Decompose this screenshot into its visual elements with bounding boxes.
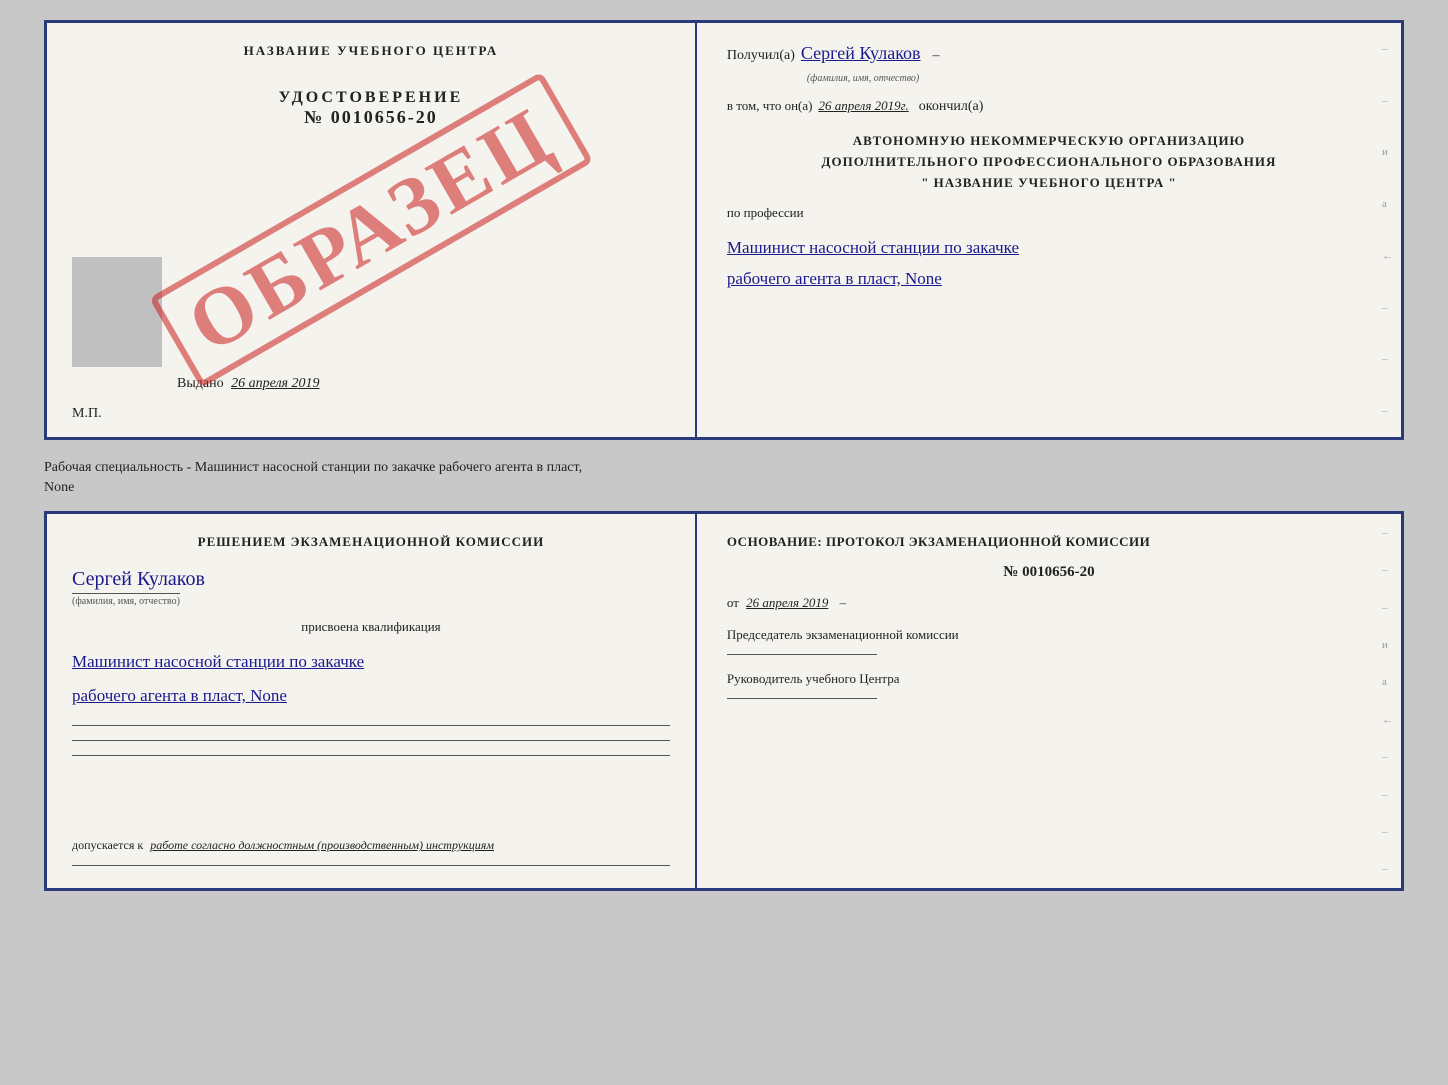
kvalif-block: Машинист насосной станции по закачке раб…: [72, 645, 670, 713]
underline-1: [72, 725, 670, 726]
kvalif-1: Машинист насосной станции по закачке: [72, 645, 670, 679]
dopusk-block: допускается к работе согласно должностны…: [72, 838, 670, 853]
profession-block: Машинист насосной станции по закачке раб…: [727, 233, 1371, 294]
kvalif-2: рабочего агента в пласт, None: [72, 679, 670, 713]
doc-left-panel: НАЗВАНИЕ УЧЕБНОГО ЦЕНТРА ОБРАЗЕЦ УДОСТОВ…: [47, 23, 697, 437]
underline-4: [72, 865, 670, 866]
middle-text-area: Рабочая специальность - Машинист насосно…: [44, 450, 1404, 501]
profession-1: Машинист насосной станции по закачке: [727, 233, 1371, 264]
underline-3: [72, 755, 670, 756]
document-bottom: Решением экзаменационной комиссии Сергей…: [44, 511, 1404, 891]
poluchil-line: Получил(а) Сергей Кулаков –: [727, 43, 1371, 64]
dopusk-label: допускается к: [72, 838, 143, 852]
osnovanie-title: Основание: протокол экзаменационной коми…: [727, 534, 1371, 550]
fio-hint-bottom: (фамилия, имя, отчество): [72, 593, 180, 607]
middle-text-line1: Рабочая специальность - Машинист насосно…: [44, 460, 582, 475]
komissia-name-block: Сергей Кулаков (фамилия, имя, отчество): [72, 568, 670, 609]
bottom-right-dashes: –––иа←––––: [1382, 514, 1393, 888]
ot-date: 26 апреля 2019: [746, 595, 828, 610]
org-block: АВТОНОМНУЮ НЕКОММЕРЧЕСКУЮ ОРГАНИЗАЦИЮ ДО…: [727, 131, 1371, 193]
ot-date-line: от 26 апреля 2019 –: [727, 595, 1371, 611]
center-title-top: НАЗВАНИЕ УЧЕБНОГО ЦЕНТРА: [244, 43, 499, 59]
poluchil-name: Сергей Кулаков: [801, 43, 921, 64]
block-text-2: ДОПОЛНИТЕЛЬНОГО ПРОФЕССИОНАЛЬНОГО ОБРАЗО…: [727, 152, 1371, 173]
predsedatel-signature: [727, 654, 877, 655]
vydano-line: Выдано 26 апреля 2019: [177, 376, 320, 392]
doc-bottom-left: Решением экзаменационной комиссии Сергей…: [47, 514, 697, 888]
vtom-line: в том, что он(а) 26 апреля 2019г. окончи…: [727, 98, 1371, 115]
vydano-date: 26 апреля 2019: [231, 376, 319, 391]
fio-hint-top: (фамилия, имя, отчество): [807, 73, 919, 84]
udostoverenie-label: УДОСТОВЕРЕНИЕ: [279, 89, 464, 107]
prisvoena: присвоена квалификация: [72, 619, 670, 635]
block-text-3: " НАЗВАНИЕ УЧЕБНОГО ЦЕНТРА ": [727, 173, 1371, 194]
document-top: НАЗВАНИЕ УЧЕБНОГО ЦЕНТРА ОБРАЗЕЦ УДОСТОВ…: [44, 20, 1404, 440]
rukov-signature: [727, 698, 877, 699]
mp-label: М.П.: [72, 406, 102, 422]
doc-right-panel: Получил(а) Сергей Кулаков – (фамилия, им…: [697, 23, 1401, 437]
poluchil-label: Получил(а): [727, 48, 795, 64]
middle-text-line2: None: [44, 480, 74, 495]
udostoverenie-block: УДОСТОВЕРЕНИЕ № 0010656-20: [279, 89, 464, 128]
ot-label: от: [727, 595, 739, 610]
right-side-dashes: ––иа←–––: [1382, 23, 1393, 437]
udost-number: № 0010656-20: [279, 107, 464, 128]
block-text-1: АВТОНОМНУЮ НЕКОММЕРЧЕСКУЮ ОРГАНИЗАЦИЮ: [727, 131, 1371, 152]
rukov-label: Руководитель учебного Центра: [727, 671, 900, 686]
okonchil-label: окончил(а): [919, 99, 984, 115]
protocol-number: № 0010656-20: [727, 564, 1371, 581]
doc-bottom-right: Основание: протокол экзаменационной коми…: [697, 514, 1401, 888]
chairman-block: Председатель экзаменационной комиссии: [727, 625, 1371, 655]
vtom-date: 26 апреля 2019г.: [818, 98, 908, 114]
po-professii: по профессии: [727, 205, 1371, 221]
profession-2: рабочего агента в пласт, None: [727, 264, 1371, 295]
underline-2: [72, 740, 670, 741]
rukov-block: Руководитель учебного Центра: [727, 669, 1371, 699]
vydano-label: Выдано: [177, 376, 224, 391]
vtom-label: в том, что он(а): [727, 98, 813, 114]
komissia-name: Сергей Кулаков: [72, 568, 205, 590]
photo-placeholder: [72, 257, 162, 367]
dopusk-text: работе согласно должностным (производств…: [150, 838, 494, 852]
komissia-title: Решением экзаменационной комиссии: [72, 534, 670, 550]
predsedatel-label: Председатель экзаменационной комиссии: [727, 627, 959, 642]
